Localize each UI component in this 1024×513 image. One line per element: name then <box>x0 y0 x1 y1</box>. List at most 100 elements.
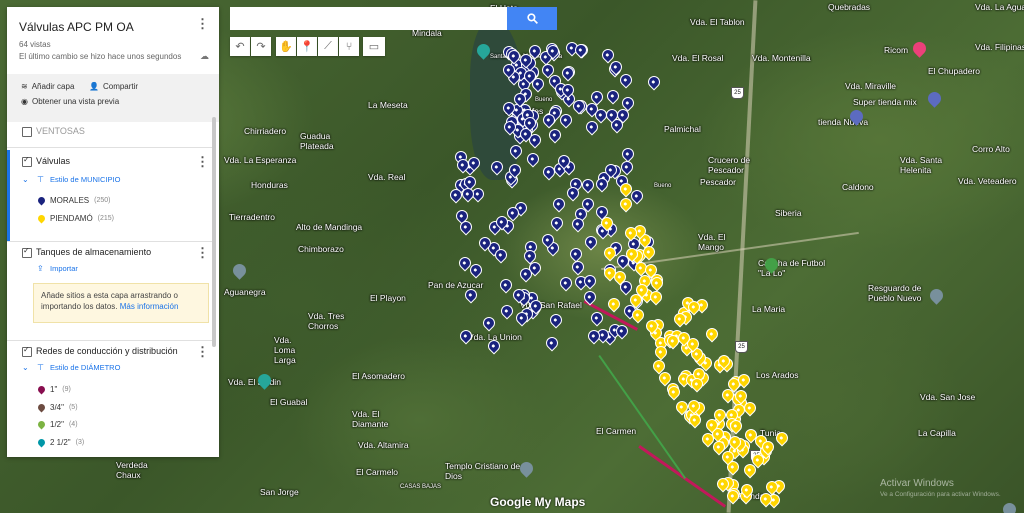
valvulas-checkbox[interactable] <box>22 155 32 167</box>
style-link[interactable]: Estilo de MUNICIPIO <box>50 175 120 184</box>
add-layer-button[interactable]: ≋ Añadir capa <box>21 82 74 91</box>
place-label: El Guabal <box>270 397 308 407</box>
valve-marker-morales[interactable] <box>645 73 663 91</box>
route-25-shield: 25 <box>731 87 744 99</box>
share-button[interactable]: 👤 Compartir <box>89 82 138 91</box>
legend-item[interactable]: 1" (9) <box>36 384 71 395</box>
valve-marker-morales[interactable] <box>618 158 636 176</box>
valve-marker-morales[interactable] <box>604 87 622 105</box>
layers-icon: ≋ <box>21 82 28 91</box>
hand-tool-button[interactable]: ✋ <box>276 37 296 56</box>
place-label: Vda. Filipinas <box>975 42 1024 52</box>
layer-name-valvulas[interactable]: Válvulas <box>36 156 70 166</box>
place-label: Vda. Montenilla <box>752 53 811 63</box>
place-label: Vda. El Jardin <box>228 377 281 387</box>
legend-label: PIENDAMÓ <box>50 214 93 223</box>
expand-chevron-icon[interactable]: ⌄ <box>22 363 29 372</box>
valve-marker-morales[interactable] <box>480 314 497 332</box>
valve-marker-morales[interactable] <box>582 233 600 251</box>
layer-options-icon[interactable]: ⋮ <box>196 155 209 168</box>
church-icon[interactable] <box>230 261 249 280</box>
legend-label: 2 1/2" <box>50 438 71 447</box>
share-label: Compartir <box>102 82 139 91</box>
legend-count: (215) <box>97 215 115 222</box>
windows-activation-watermark: Activar Windows <box>880 478 954 489</box>
legend-item[interactable]: 3/4" (5) <box>36 402 78 413</box>
valve-marker-piendamo[interactable] <box>703 325 721 343</box>
layer-name-ventosas[interactable]: VENTOSAS <box>36 126 85 136</box>
redo-button[interactable]: ↷ <box>251 37 271 56</box>
place-label: Vda. La Esperanza <box>224 155 297 165</box>
valve-marker-morales[interactable] <box>567 245 585 263</box>
style-paint-icon: ⊤ <box>37 175 44 184</box>
view-count: 64 vistas <box>19 40 51 49</box>
valve-marker-morales[interactable] <box>557 274 575 292</box>
pipeline-segment[interactable] <box>598 355 687 480</box>
cloud-saved-icon: ☁ <box>200 51 209 61</box>
undo-button[interactable]: ↶ <box>230 37 250 56</box>
layer-options-icon[interactable]: ⋮ <box>196 246 209 259</box>
draw-line-button[interactable]: ⟋ <box>318 37 338 56</box>
map-title[interactable]: Válvulas APC PM OA <box>19 20 134 34</box>
more-info-link[interactable]: Más información <box>120 302 179 311</box>
layer-name-tanques[interactable]: Tanques de almacenamiento <box>36 247 151 257</box>
add-marker-button[interactable]: 📍 <box>297 37 317 56</box>
style-link[interactable]: Estilo de DIÁMETRO <box>50 363 120 372</box>
valve-marker-morales[interactable] <box>548 214 566 232</box>
place-label: Alto de Mandinga <box>296 222 363 232</box>
valve-marker-piendamo[interactable] <box>605 295 623 313</box>
valve-marker-morales[interactable] <box>498 302 516 320</box>
legend-count: (9) <box>62 386 71 393</box>
valve-marker-morales[interactable] <box>547 311 565 329</box>
import-link[interactable]: Importar <box>50 264 78 273</box>
shopping-icon[interactable] <box>925 89 944 108</box>
redes-checkbox[interactable] <box>22 345 32 357</box>
place-label: Guadua Plateada <box>300 131 334 151</box>
valve-marker-morales[interactable] <box>617 71 635 89</box>
valve-marker-morales[interactable] <box>579 176 597 194</box>
undo-icon: ↶ <box>235 41 245 53</box>
place-label: Vda. Miraville <box>845 81 897 91</box>
place-label: Quebradas <box>828 2 871 12</box>
place-label: Siberia <box>775 208 802 218</box>
marker-icon <box>36 384 47 395</box>
place-label: El Playon <box>370 293 406 303</box>
legend-item[interactable]: 1/2" (4) <box>36 419 78 430</box>
place-label: Vda. El Diamante <box>352 409 389 429</box>
legend-item[interactable]: PIENDAMÓ (215) <box>36 213 115 224</box>
place-label: Caldono <box>842 182 874 192</box>
search-button[interactable] <box>507 7 557 30</box>
place-label: CASAS BAJAS <box>400 484 442 490</box>
place-label: San Jorge <box>260 487 299 497</box>
place-label: Vda. Santa Helenita <box>900 155 943 175</box>
search-input[interactable] <box>230 7 507 30</box>
place-label: Vda. La Aguada <box>975 2 1024 12</box>
preview-button[interactable]: ◉ Obtener una vista previa <box>21 97 119 106</box>
valve-marker-morales[interactable] <box>524 150 542 168</box>
expand-chevron-icon[interactable]: ⌄ <box>22 175 29 184</box>
layer-name-redes[interactable]: Redes de conducción y distribución <box>36 346 178 356</box>
valve-marker-morales[interactable] <box>543 334 561 352</box>
valve-marker-morales[interactable] <box>497 276 515 294</box>
panel-scrollbar[interactable] <box>212 117 216 347</box>
legend-item[interactable]: MORALES (250) <box>36 195 110 206</box>
place-label: Tierradentro <box>229 212 275 222</box>
place-label: Vda. San Jose <box>920 392 976 402</box>
place-label: El Carmen <box>596 426 637 436</box>
legend-count: (4) <box>68 421 78 428</box>
tanques-checkbox[interactable] <box>22 246 32 258</box>
search-icon <box>526 13 538 24</box>
ventosas-checkbox[interactable] <box>22 127 32 137</box>
directions-button[interactable]: ⑂ <box>339 37 359 56</box>
shopping-icon[interactable] <box>910 39 929 58</box>
valve-marker-morales[interactable] <box>546 126 564 144</box>
legend-label: MORALES <box>50 196 90 205</box>
map-options-icon[interactable]: ⋮ <box>196 17 209 30</box>
legend-item[interactable]: 2 1/2" (3) <box>36 437 84 448</box>
preview-label: Obtener una vista previa <box>31 97 120 106</box>
church-icon[interactable] <box>1000 500 1019 513</box>
valve-marker-morales[interactable] <box>569 258 587 276</box>
layer-options-icon[interactable]: ⋮ <box>196 345 209 358</box>
measure-button[interactable]: ▭ <box>363 37 385 56</box>
valve-marker-morales[interactable] <box>550 195 568 213</box>
